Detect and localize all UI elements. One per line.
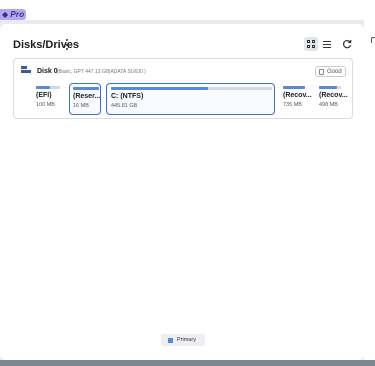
list-view-icon [323,40,331,48]
partition-tile[interactable]: (Recov... 498 MB [319,83,349,115]
partition-usage-fill [319,86,337,89]
list-view-button[interactable] [320,37,334,51]
partition-usage-bar [36,86,60,89]
pro-mark-icon: ◆ [2,10,9,19]
partition-size: 16 MB [73,103,89,109]
partition-usage-bar [73,87,99,90]
partition-usage-fill [73,87,99,90]
partition-label: (Reser... [73,93,101,100]
health-report-icon [319,68,324,75]
partition-usage-bar [283,86,305,89]
partition-size: 735 MB [283,102,302,108]
partition-size: 498 MB [319,102,338,108]
taskbar-strip [0,360,375,366]
partition-tile[interactable]: (Reser... 16 MB [69,83,101,115]
partition-usage-fill [111,87,208,90]
partition-usage-bar [111,87,272,90]
disk-health-badge[interactable]: Good [315,66,346,77]
disk-name: Disk 0 [37,68,58,75]
partition-usage-fill [283,86,305,89]
disk-icon [21,66,31,73]
partition-usage-bar [319,86,341,89]
partition-tile[interactable]: (Recov... 735 MB [283,83,313,115]
legend-primary-swatch [168,337,173,343]
more-options-icon[interactable] [64,39,70,50]
grid-view-button[interactable] [304,37,318,51]
grid-view-icon [307,40,315,48]
pro-badge[interactable]: ◆ Pro [0,9,26,20]
refresh-button[interactable] [340,37,354,51]
partition-size: 100 MB [36,102,55,108]
partition-label: (Recov... [283,92,312,99]
legend: Primary [161,334,205,346]
partition-tile[interactable]: (EFI) 100 MB [36,83,64,115]
partition-size: 445.81 GB [111,103,138,109]
partition-usage-fill [36,86,51,89]
partition-label: (EFI) [36,92,52,99]
edge-corner-icon [371,37,375,43]
partition-label: C: (NTFS) [111,93,144,100]
partition-label: (Recov... [319,92,348,99]
refresh-icon [342,39,352,49]
partition-tile[interactable]: C: (NTFS) 445.81 GB [106,83,275,115]
right-panel-edge [364,20,375,360]
window-top-strip [0,0,375,20]
pro-badge-label: Pro [10,10,25,19]
disk-health-label: Good [327,68,342,75]
disk-detail: (Basic, GPT 447.13 GB|ADATA SU630 ) [57,69,146,75]
legend-primary-label: Primary [177,337,196,343]
